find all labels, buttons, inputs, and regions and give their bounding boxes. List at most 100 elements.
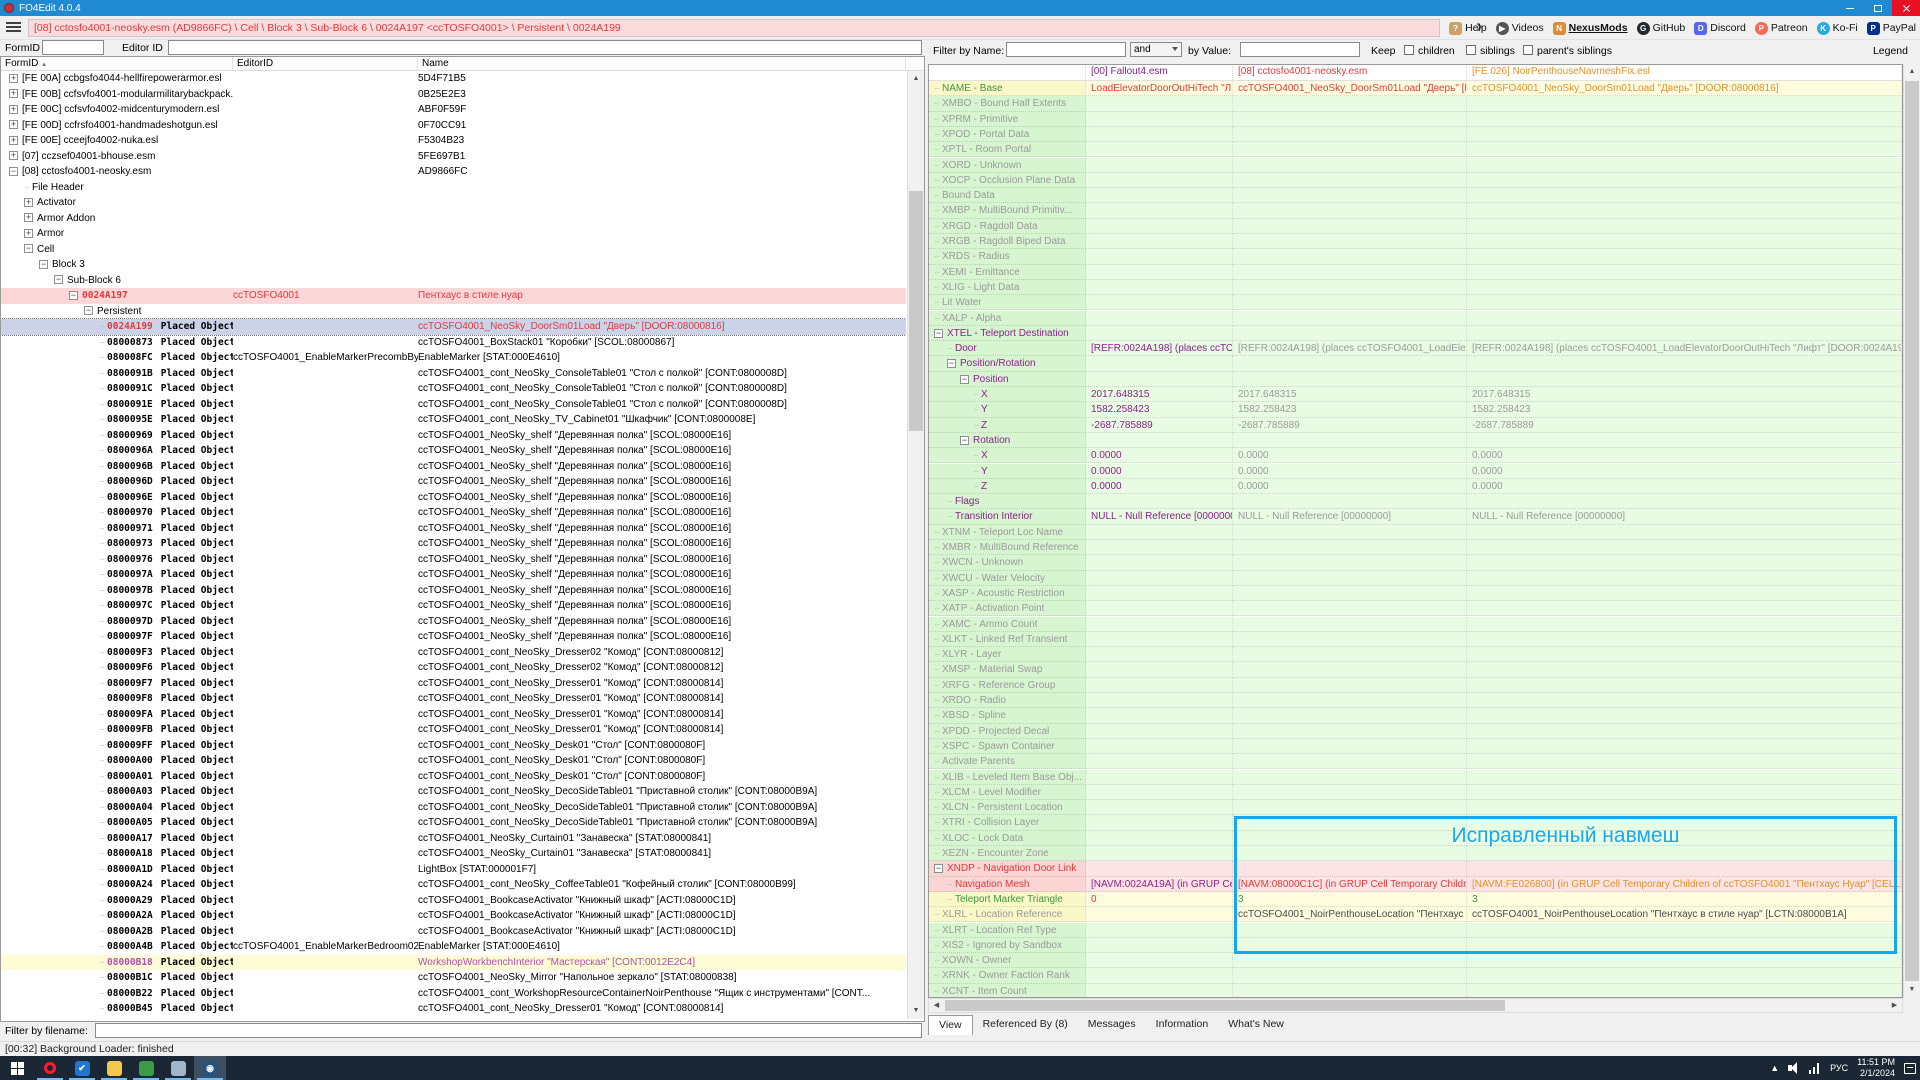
grid-cell[interactable] [1233,265,1467,280]
tree-row[interactable]: ···080009F6Placed ObjectccTOSFO4001_cont… [1,660,906,676]
grid-cell[interactable] [1086,173,1233,188]
grid-row[interactable]: ···XMBR - MultiBound Reference [929,540,1902,555]
grid-cell[interactable] [1233,601,1467,616]
grid-cell[interactable] [1467,555,1902,570]
grid-row[interactable]: ···XOWN - Owner [929,953,1902,968]
grid-cell[interactable] [1467,433,1902,448]
tree-row[interactable]: −Persistent [1,304,906,320]
grid-cell[interactable] [1467,770,1902,785]
tree-row[interactable]: ···08000971Placed ObjectccTOSFO4001_NeoS… [1,521,906,537]
grid-cell[interactable] [1086,846,1233,861]
grid-cell[interactable] [1467,127,1902,142]
grid-cell[interactable] [1467,494,1902,509]
tree-row[interactable]: ···08000973Placed ObjectccTOSFO4001_NeoS… [1,536,906,552]
tree-row[interactable]: ···08000A17Placed ObjectccTOSFO4001_NeoS… [1,831,906,847]
network-icon[interactable] [1809,1062,1821,1074]
tree-row[interactable]: ···08000A00Placed ObjectccTOSFO4001_cont… [1,753,906,769]
grid-row[interactable]: ···XMBP - MultiBound Primitiv... [929,203,1902,218]
grid-row[interactable]: ···XLCM - Level Modifier [929,785,1902,800]
grid-row[interactable]: ···XRNK - Owner Faction Rank [929,968,1902,983]
tree-row[interactable]: +[FE 00A] ccbgsfo4044-hellfirepowerarmor… [1,71,906,87]
taskbar-clock[interactable]: 11:51 PM 2/1/2024 [1857,1057,1895,1079]
grid-row[interactable]: ···XOCP - Occlusion Plane Data [929,173,1902,188]
grid-cell[interactable] [1467,632,1902,647]
tree-row[interactable]: +Armor [1,226,906,242]
tree-row[interactable]: ···0800096APlaced ObjectccTOSFO4001_NeoS… [1,443,906,459]
grid-cell[interactable] [1467,693,1902,708]
scroll-thumb[interactable] [1905,81,1919,981]
grid-cell[interactable]: ccTOSFO4001_NeoSky_DoorSm01Load "Дверь" … [1467,81,1902,96]
maximize-button[interactable] [1864,0,1892,16]
grid-header-fallout4[interactable]: [00] Fallout4.esm [1086,66,1233,80]
grid-cell[interactable] [1233,586,1467,601]
grid-cell[interactable] [1467,280,1902,295]
tree-row[interactable]: ···08000A29Placed ObjectccTOSFO4001_Book… [1,893,906,909]
grid-row[interactable]: ···XRGD - Ragdoll Data [929,219,1902,234]
grid-cell[interactable] [1467,372,1902,387]
taskbar-app[interactable]: ✔ [66,1056,98,1080]
tree-row[interactable]: ···080009F7Placed ObjectccTOSFO4001_cont… [1,676,906,692]
grid-cell[interactable] [1086,525,1233,540]
grid-cell[interactable] [1086,708,1233,723]
toolbar-link-help[interactable]: ?Help [1449,22,1487,35]
grid-row[interactable]: ···XMSP - Material Swap [929,662,1902,677]
grid-cell[interactable] [1233,326,1467,341]
grid-row[interactable]: ···XATP - Activation Point [929,601,1902,616]
grid-cell[interactable] [1467,678,1902,693]
grid-cell[interactable] [1233,724,1467,739]
tree-row[interactable]: +Armor Addon [1,211,906,227]
grid-cell[interactable] [1086,785,1233,800]
taskbar-app[interactable] [98,1056,130,1080]
collapse-icon[interactable]: − [69,291,78,300]
grid-cell[interactable] [1086,356,1233,371]
grid-cell[interactable] [1086,678,1233,693]
grid-row[interactable]: −Rotation [929,433,1902,448]
start-button[interactable] [0,1056,34,1080]
grid-cell[interactable] [1086,662,1233,677]
grid-cell[interactable] [1086,295,1233,310]
grid-cell[interactable] [1086,494,1233,509]
grid-scrollbar[interactable]: ▲ ▼ [1903,64,1920,998]
tree-row[interactable]: ···08000A24Placed ObjectccTOSFO4001_cont… [1,877,906,893]
grid-row[interactable]: ···Z-2687.785889-2687.785889-2687.785889 [929,418,1902,433]
menu-icon[interactable] [6,22,21,33]
tree-row[interactable]: ···080009FAPlaced ObjectccTOSFO4001_cont… [1,707,906,723]
grid-cell[interactable]: 0.0000 [1086,448,1233,463]
tree-row[interactable]: ···08000970Placed ObjectccTOSFO4001_NeoS… [1,505,906,521]
grid-cell[interactable]: 2017.648315 [1086,387,1233,402]
grid-cell[interactable] [1086,280,1233,295]
grid-row[interactable]: ···XRDS - Radius [929,249,1902,264]
taskbar-app[interactable] [130,1056,162,1080]
expand-icon[interactable]: + [24,213,33,222]
grid-row[interactable]: ···X2017.6483152017.6483152017.648315 [929,387,1902,402]
keep-parents-siblings-checkbox[interactable] [1523,45,1533,55]
grid-cell[interactable] [1467,617,1902,632]
grid-cell[interactable] [1233,662,1467,677]
grid-cell[interactable] [1086,617,1233,632]
grid-cell[interactable] [1233,219,1467,234]
grid-cell[interactable] [1233,617,1467,632]
tree-row[interactable]: ···0800097CPlaced ObjectccTOSFO4001_NeoS… [1,598,906,614]
grid-cell[interactable] [1467,112,1902,127]
grid-header-navmeshfix[interactable]: [FE 026] NoirPenthouseNavmeshFix.esl [1467,66,1902,80]
grid-cell[interactable] [1467,800,1902,815]
filename-filter-input[interactable] [95,1023,922,1038]
action-center-icon[interactable] [1904,1063,1916,1074]
grid-cell[interactable] [1086,372,1233,387]
grid-cell[interactable] [1086,311,1233,326]
collapse-icon[interactable]: − [960,436,969,445]
grid-row[interactable]: ···XPRM - Primitive [929,112,1902,127]
tree-row[interactable]: ···08000976Placed ObjectccTOSFO4001_NeoS… [1,552,906,568]
grid-row[interactable]: ···Door[REFR:0024A198] (places ccTOSF...… [929,341,1902,356]
tree-row[interactable]: +[07] cczsef04001-bhouse.esm5FE697B1 [1,149,906,165]
grid-row[interactable]: ···Y0.00000.00000.0000 [929,464,1902,479]
tree-row[interactable]: ···08000A01Placed ObjectccTOSFO4001_cont… [1,769,906,785]
tree-scrollbar[interactable]: ▲ ▼ [907,71,924,1019]
tree-row[interactable]: ···08000A04Placed ObjectccTOSFO4001_cont… [1,800,906,816]
grid-row[interactable]: ···XPTL - Room Portal [929,142,1902,157]
grid-cell[interactable] [1086,249,1233,264]
grid-cell[interactable] [1233,356,1467,371]
expand-icon[interactable]: + [9,105,18,114]
grid-cell[interactable]: 0.0000 [1233,464,1467,479]
tree-row[interactable]: ···0800091EPlaced ObjectccTOSFO4001_cont… [1,397,906,413]
